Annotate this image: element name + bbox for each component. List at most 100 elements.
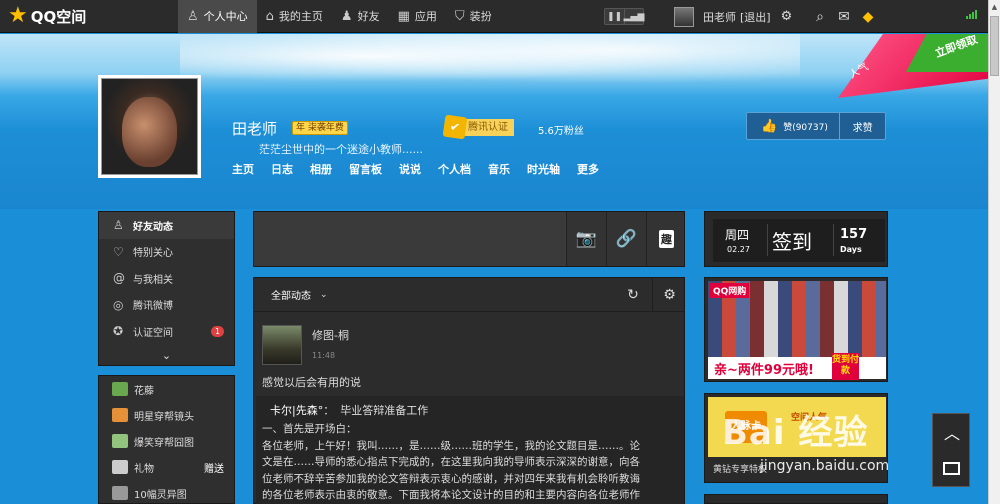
menu-label: 与我相关: [133, 274, 173, 286]
app-item[interactable]: 礼物 赠送: [99, 454, 234, 480]
menu-friends-feed[interactable]: ♙ 好友动态: [99, 212, 234, 239]
nav-personal-center[interactable]: ♙ 个人中心: [178, 0, 257, 33]
qq-shop-ad[interactable]: QQ网购 亲~两件99元哦! 货到付款: [704, 277, 888, 382]
nav-dressup[interactable]: ⛉ 装扮: [446, 0, 501, 33]
app-item[interactable]: 花藤: [99, 376, 234, 402]
profile-motto: 茫茫尘世中的一个迷途小教师......: [259, 143, 423, 156]
back-to-top-icon[interactable]: ︿: [933, 420, 971, 444]
menu-related-to-me[interactable]: @ 与我相关: [99, 265, 234, 292]
fun-button[interactable]: 趣: [646, 212, 686, 266]
view-mode-switch: ❚❚ ▂▄▆: [604, 8, 644, 25]
repost-author[interactable]: 卡尔|先森°: [270, 404, 323, 417]
verify-label: 腾讯认证: [462, 118, 514, 136]
app-item[interactable]: 爆笑穿帮囧图: [99, 428, 234, 454]
scroll-up-arrow[interactable]: ▲: [989, 0, 1000, 14]
repost-line: 一、首先是开场白：: [262, 423, 357, 435]
menu-special-care[interactable]: ♡ 特别关心: [99, 239, 234, 266]
repost-line: 位老师不辞辛苦参加我的论文答辩表示衷心的感谢，并对四年来我有机会聆听教诲: [262, 472, 640, 485]
composer-input[interactable]: [254, 212, 566, 266]
friends-icon: ♟: [340, 8, 353, 24]
tencent-verified-badge[interactable]: ✔ 腾讯认证: [442, 114, 514, 140]
qzone-logo[interactable]: ★ QQ空间: [0, 0, 178, 33]
app-label: 花藤: [134, 385, 154, 397]
menu-label: 好友动态: [133, 221, 173, 233]
user-name[interactable]: 田老师: [703, 9, 736, 25]
mail-icon[interactable]: ✉: [832, 9, 856, 25]
checkin-widget[interactable]: 周四 02.27 签到 157 Days: [704, 211, 888, 267]
repost-header: 卡尔|先森°： 毕业答辩准备工作: [270, 402, 678, 418]
repost-body: 一、首先是开场白： 各位老师，上午好！我叫……，是……级……班的学生，我的论文题…: [262, 421, 678, 504]
nav-label: 应用: [414, 10, 437, 23]
refresh-icon[interactable]: ↻: [616, 278, 650, 311]
shirt-icon: ⛉: [454, 8, 465, 24]
pause-icon[interactable]: ❚❚: [605, 9, 624, 24]
ad-band: 亲~两件99元哦! 货到付款: [708, 353, 886, 380]
friends-feed-icon: ♙: [113, 218, 124, 233]
bars-icon[interactable]: ▂▄▆: [624, 9, 644, 24]
ask-like-button[interactable]: 求赞: [840, 119, 885, 134]
baidu-watermark: Bai 经验: [722, 413, 869, 453]
feedback-icon[interactable]: [943, 462, 960, 475]
feed-header: 全部动态 ⌄ ↻ ⚙: [254, 278, 684, 312]
profile-tab-home[interactable]: 主页: [232, 161, 254, 177]
camera-button[interactable]: 📷: [566, 212, 606, 266]
logout-link[interactable]: [退出]: [740, 9, 771, 25]
profile-avatar[interactable]: [98, 75, 201, 178]
logo-text: QQ空间: [30, 7, 87, 26]
menu-verified-space[interactable]: ✪ 认证空间 1: [99, 318, 234, 345]
post-author[interactable]: 修图-桐: [312, 327, 349, 343]
menu-expand[interactable]: ⌄: [99, 345, 234, 366]
gift-icon: [112, 460, 128, 474]
nav-my-home[interactable]: ⌂ 我的主页: [257, 0, 332, 33]
profile-tab-guestbook[interactable]: 留言板: [349, 161, 382, 177]
profile-tab-timeline[interactable]: 时光轴: [527, 161, 560, 177]
search-icon[interactable]: ⌕: [808, 9, 832, 25]
vip-badge[interactable]: 年 㭍袭年费: [292, 121, 348, 135]
left-apps: 花藤 明星穿帮镜头 爆笑穿帮囧图 礼物 赠送 10幅灵异图: [98, 375, 235, 504]
profile-tab-album[interactable]: 相册: [310, 161, 332, 177]
ad-placeholder: [704, 494, 888, 504]
gear-icon[interactable]: ⚙: [781, 9, 793, 24]
weibo-icon: ◎: [113, 297, 124, 312]
scroll-thumb[interactable]: [990, 16, 999, 76]
like-button[interactable]: 👍 赞(90737): [747, 113, 841, 139]
link-button[interactable]: 🔗: [606, 212, 646, 266]
profile-tab-shuoshuo[interactable]: 说说: [399, 161, 421, 177]
post-composer: 📷 🔗 趣: [253, 211, 685, 267]
profile-tab-blog[interactable]: 日志: [271, 161, 293, 177]
chevron-down-icon[interactable]: ⌄: [320, 290, 328, 300]
repost-title[interactable]: 毕业答辩准备工作: [340, 404, 428, 417]
profile-tab-more[interactable]: 更多: [577, 161, 599, 177]
gift-send-link[interactable]: 赠送: [204, 460, 224, 475]
menu-tencent-weibo[interactable]: ◎ 腾讯微博: [99, 292, 234, 319]
like-box: 👍 赞(90737) 求赞: [746, 112, 886, 140]
app-item[interactable]: 明星穿帮镜头: [99, 402, 234, 428]
profile-tab-music[interactable]: 音乐: [488, 161, 510, 177]
user-avatar[interactable]: [674, 6, 694, 27]
top-icons: ⌕ ✉ ◆: [808, 0, 880, 33]
yellow-diamond-icon[interactable]: ◆: [856, 9, 880, 25]
signal-icon: [966, 10, 977, 19]
checkin-button[interactable]: 签到: [772, 226, 812, 255]
profile-name[interactable]: 田老师: [232, 118, 277, 139]
checkin-weekday: 周四: [725, 228, 750, 242]
fans-count[interactable]: 5.6万粉丝: [538, 122, 584, 137]
app-label: 爆笑穿帮囧图: [134, 437, 194, 449]
floating-tools: ︿: [932, 413, 970, 487]
at-icon: @: [113, 271, 125, 286]
thumbs-up-icon: 👍: [761, 118, 778, 134]
verified-space-icon: ✪: [113, 324, 124, 339]
nav-friends[interactable]: ♟ 好友: [332, 0, 389, 33]
menu-label: 腾讯微博: [133, 301, 173, 313]
nav-apps[interactable]: ▦ 应用: [389, 0, 446, 33]
top-bar: ★ QQ空间 ♙ 个人中心 ⌂ 我的主页 ♟ 好友 ▦ 应用 ⛉ 装扮 ❚❚ ▂…: [0, 0, 988, 33]
app-icon: [112, 434, 128, 448]
post-author-avatar[interactable]: [262, 325, 302, 365]
profile-tab-profile[interactable]: 个人档: [438, 161, 471, 177]
vertical-scrollbar[interactable]: ▲: [988, 0, 1000, 504]
nav-label: 好友: [357, 10, 380, 23]
feed-filter[interactable]: 全部动态: [271, 287, 311, 302]
app-icon: [112, 408, 128, 422]
gear-icon[interactable]: ⚙: [652, 278, 686, 311]
app-item[interactable]: 10幅灵异图: [99, 480, 234, 504]
